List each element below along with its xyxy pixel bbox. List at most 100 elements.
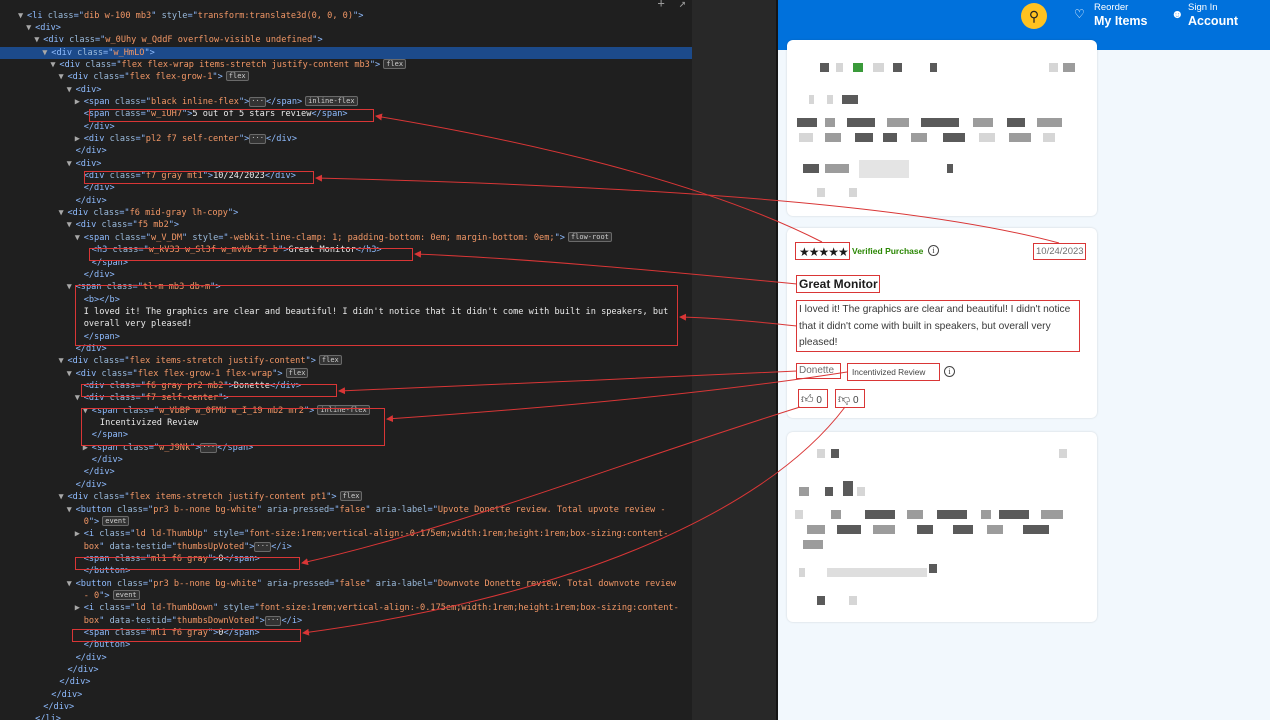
dom-node-line[interactable]: </div>	[0, 121, 115, 133]
dom-node-line[interactable]: ▼ <div>	[0, 84, 102, 96]
collapse-triangle-icon[interactable]: ▼	[42, 47, 51, 59]
dom-node-line[interactable]: Incentivized Review	[0, 417, 198, 429]
dom-node-line[interactable]: </span>	[0, 429, 128, 441]
collapse-triangle-icon[interactable]: ▼	[18, 10, 27, 22]
dom-node-line[interactable]: ▼ <div>	[0, 158, 102, 170]
collapse-triangle-icon[interactable]: ▼	[26, 22, 35, 34]
dom-node-line[interactable]: <span class="ml1 f6 gray">0</span>	[0, 627, 260, 639]
expand-triangle-icon[interactable]: ▶	[75, 133, 84, 145]
dom-node-line[interactable]: </div>	[0, 145, 107, 157]
dom-node-line[interactable]: </li>	[0, 713, 61, 720]
collapse-triangle-icon[interactable]: ▼	[59, 207, 68, 219]
ellipsis-icon[interactable]: ···	[249, 134, 266, 144]
collapse-triangle-icon[interactable]: ▼	[83, 405, 92, 417]
collapse-triangle-icon[interactable]: ▼	[67, 368, 76, 380]
info-icon[interactable]: i	[928, 245, 939, 256]
dom-node-line[interactable]: box" data-testid="thumbsDownVoted"> ··· </…	[0, 615, 302, 627]
layout-badge[interactable]: flex	[225, 71, 249, 82]
dom-node-line[interactable]: </span>	[0, 331, 120, 343]
downvote-button[interactable]: 👎︎ 0	[838, 392, 859, 407]
dom-node-line[interactable]: <div class="f6 gray pr2 mb2">Donette</di…	[0, 380, 301, 392]
collapse-triangle-icon[interactable]: ▼	[75, 232, 84, 244]
dom-node-line[interactable]: </div>	[0, 676, 90, 688]
dom-node-line[interactable]: ▼ <div>	[0, 22, 61, 34]
layout-badge[interactable]: flex	[318, 355, 342, 366]
dom-node-line[interactable]: <div class="f7 gray mt1">10/24/2023</div…	[0, 170, 296, 182]
dom-node-line[interactable]: ▼ <div class="flex flex-wrap items-stretc…	[0, 58, 407, 71]
layout-badge[interactable]: inline-flex	[317, 404, 370, 415]
dom-node-line[interactable]: ▶ <i class="ld ld-ThumbDown" style="font-…	[0, 602, 679, 614]
collapse-triangle-icon[interactable]: ▼	[34, 34, 43, 46]
layout-badge[interactable]: event	[112, 589, 140, 600]
dom-node-line[interactable]: </div>	[0, 479, 107, 491]
layout-badge[interactable]: flex	[285, 367, 309, 378]
dom-node-line[interactable]: </div>	[0, 466, 115, 478]
ellipsis-icon[interactable]: ···	[249, 96, 266, 107]
dom-node-line[interactable]: ▼ <div class="f7 self-center">	[0, 392, 229, 404]
collapse-triangle-icon[interactable]: ▼	[67, 281, 76, 293]
my-items-link[interactable]: ♡ Reorder My Items	[1074, 0, 1164, 34]
expand-triangle-icon[interactable]: ▶	[75, 602, 84, 614]
dom-node-line[interactable]: </div>	[0, 195, 107, 207]
dom-node-line[interactable]: </button>	[0, 639, 131, 651]
layout-badge[interactable]: inline-flex	[305, 95, 358, 106]
dom-node-line[interactable]: ▶ <div class="pl2 f7 self-center"> ··· </di…	[0, 133, 297, 145]
dom-node-line[interactable]: </div>	[0, 269, 115, 281]
layout-badge[interactable]: flex	[383, 58, 407, 69]
dom-node-line[interactable]: ▼ <div class="flex items-stretch justify-…	[0, 355, 342, 367]
dom-node-line[interactable]: ▼ <div class="w_0Uhy w_QddF overflow-visi…	[0, 34, 322, 46]
dom-node-line[interactable]: ▶ <span class="w_J9Nk"> ··· </span>	[0, 442, 253, 454]
expand-triangle-icon[interactable]: ▶	[83, 442, 92, 454]
dom-node-line[interactable]: </div>	[0, 652, 107, 664]
search-button[interactable]: ⚲	[1021, 3, 1047, 29]
dom-node-line[interactable]: </span>	[0, 257, 128, 269]
collapse-triangle-icon[interactable]: ▼	[59, 71, 68, 83]
dom-node-line[interactable]: <h3 class="w_kV33 w_Sl3f w_mvVb f5 b">Gr…	[0, 244, 382, 256]
dom-node-line[interactable]: </div>	[0, 343, 107, 355]
ellipsis-icon[interactable]: ···	[254, 541, 272, 552]
dom-node-line[interactable]: ▼ <div class="flex flex-grow-1"> flex	[0, 71, 249, 83]
layout-badge[interactable]: flex	[339, 491, 363, 502]
collapse-triangle-icon[interactable]: ▼	[67, 219, 76, 231]
dom-node-line[interactable]: I loved it! The graphics are clear and b…	[0, 306, 669, 318]
dom-node-line[interactable]: ▼ <span class="w_V_DM" style="-webkit-lin…	[0, 231, 612, 244]
expand-triangle-icon[interactable]: ▶	[75, 96, 84, 108]
collapse-triangle-icon[interactable]: ▼	[75, 392, 84, 404]
dom-node-line[interactable]: ▼ <div class="f5 mb2">	[0, 219, 180, 231]
dom-node-line[interactable]: ▼ <div class="flex flex-grow-1 flex-wrap"…	[0, 367, 309, 380]
upvote-button[interactable]: 👍︎ 0	[801, 392, 822, 407]
collapse-triangle-icon[interactable]: ▼	[67, 158, 76, 170]
collapse-triangle-icon[interactable]: ▼	[59, 355, 68, 367]
dom-node-line[interactable]: ▼ <div class="flex items-stretch justify-…	[0, 491, 363, 503]
ellipsis-icon[interactable]: ···	[200, 442, 218, 453]
dom-node-line[interactable]: ▶ <i class="ld ld-ThumbUp" style="font-si…	[0, 528, 669, 540]
dom-node-line[interactable]: </div>	[0, 454, 123, 466]
account-link[interactable]: ☻ Sign In Account	[1171, 0, 1266, 34]
pick-icon[interactable]: ↗	[679, 0, 686, 10]
dom-node-line[interactable]: </div>	[0, 664, 99, 676]
dom-node-line[interactable]: </div>	[0, 689, 82, 701]
layout-badge[interactable]: flow-root	[567, 231, 612, 242]
dom-node-line[interactable]: <b></b>	[0, 294, 120, 306]
dom-node-line[interactable]: ▼ <div class="w_HmLO">	[0, 46, 692, 59]
dom-node-line[interactable]: <span class="ml1 f6 gray">0</span>	[0, 553, 260, 565]
dom-node-line[interactable]: overall very pleased!	[0, 318, 193, 330]
dom-node-line[interactable]: </div>	[0, 182, 115, 194]
dom-node-line[interactable]: </div>	[0, 701, 74, 713]
layout-badge[interactable]: event	[102, 515, 130, 526]
collapse-triangle-icon[interactable]: ▼	[67, 578, 76, 590]
collapse-triangle-icon[interactable]: ▼	[67, 504, 76, 516]
dom-node-line[interactable]: box" data-testid="thumbsUpVoted"> ··· </i>	[0, 541, 292, 553]
info-icon-badge[interactable]: i	[944, 366, 955, 377]
collapse-triangle-icon[interactable]: ▼	[67, 84, 76, 96]
add-icon[interactable]: +	[658, 0, 665, 10]
dom-node-line[interactable]: ▼ <li class="dib w-100 mb3" style="transf…	[0, 10, 363, 22]
dom-node-line[interactable]: ▼ <div class="f6 mid-gray lh-copy">	[0, 207, 239, 219]
dom-node-line[interactable]: - 0"> event	[0, 589, 140, 602]
dom-node-line[interactable]: ▶ <span class="black inline-flex"> ··· </sp…	[0, 95, 358, 108]
dom-node-line[interactable]: ▼ <span class="tl-m mb3 db-m">	[0, 281, 221, 293]
dom-node-line[interactable]: </button>	[0, 565, 131, 577]
dom-node-line[interactable]: ▼ <button class="pr3 b--none bg-white" ar…	[0, 504, 666, 516]
expand-triangle-icon[interactable]: ▶	[75, 528, 84, 540]
ellipsis-icon[interactable]: ···	[264, 615, 282, 626]
